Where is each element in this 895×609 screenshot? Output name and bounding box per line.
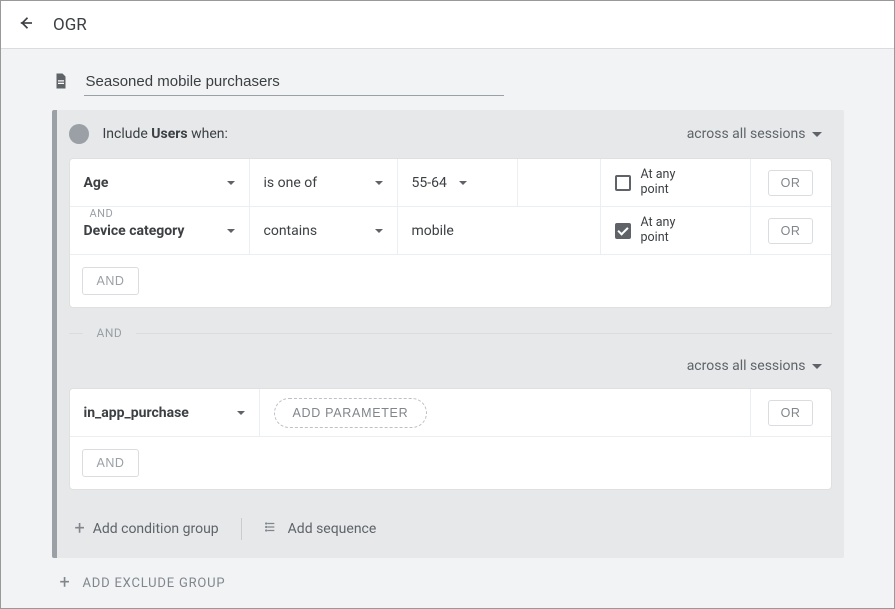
include-clause: Include Users when: xyxy=(103,126,667,142)
segment-title-input[interactable] xyxy=(84,69,504,96)
add-sequence-button[interactable]: Add sequence xyxy=(258,516,383,542)
sequence-icon xyxy=(264,520,280,538)
and-button[interactable]: AND xyxy=(82,449,140,477)
or-button[interactable]: OR xyxy=(768,170,814,196)
operator-select[interactable]: is one of xyxy=(250,159,398,206)
checkbox-icon xyxy=(615,175,631,191)
value-input[interactable]: mobile xyxy=(398,207,601,254)
event-select[interactable]: in_app_purchase xyxy=(70,389,260,436)
condition-group: Age is one of 55-64 At any point xyxy=(69,158,832,308)
chevron-down-icon xyxy=(812,364,822,369)
value-select[interactable]: 55-64 xyxy=(398,159,518,206)
chevron-down-icon xyxy=(227,229,235,233)
back-icon[interactable] xyxy=(17,14,35,36)
chevron-down-icon xyxy=(375,181,383,185)
scope-selector[interactable]: across all sessions xyxy=(681,354,828,378)
chevron-down-icon xyxy=(237,411,245,415)
add-condition-group-button[interactable]: + Add condition group xyxy=(69,516,225,542)
scope-selector[interactable]: across all sessions xyxy=(681,122,828,146)
plus-icon: + xyxy=(75,520,85,538)
group-and-separator: AND xyxy=(57,320,844,350)
and-connector-label: AND xyxy=(86,207,118,220)
or-button[interactable]: OR xyxy=(768,218,814,244)
include-builder: Include Users when: across all sessions … xyxy=(52,110,844,558)
include-indicator-icon xyxy=(69,124,89,144)
dimension-select[interactable]: Age xyxy=(70,159,250,206)
chevron-down-icon xyxy=(812,132,822,137)
document-icon xyxy=(52,70,70,96)
chevron-down-icon xyxy=(375,229,383,233)
and-button[interactable]: AND xyxy=(82,267,140,295)
chevron-down-icon xyxy=(459,181,467,185)
or-button[interactable]: OR xyxy=(768,400,814,426)
operator-select[interactable]: contains xyxy=(250,207,398,254)
chevron-down-icon xyxy=(227,181,235,185)
at-any-point-toggle[interactable]: At any point xyxy=(601,159,751,206)
page-title: OGR xyxy=(53,15,87,35)
add-parameter-button[interactable]: ADD PARAMETER xyxy=(274,398,428,428)
at-any-point-toggle[interactable]: At any point xyxy=(601,207,751,254)
checkbox-checked-icon xyxy=(615,223,631,239)
plus-icon: + xyxy=(60,574,71,592)
add-exclude-group-button[interactable]: + ADD EXCLUDE GROUP xyxy=(52,558,844,598)
condition-group: in_app_purchase ADD PARAMETER OR AND xyxy=(69,388,832,490)
